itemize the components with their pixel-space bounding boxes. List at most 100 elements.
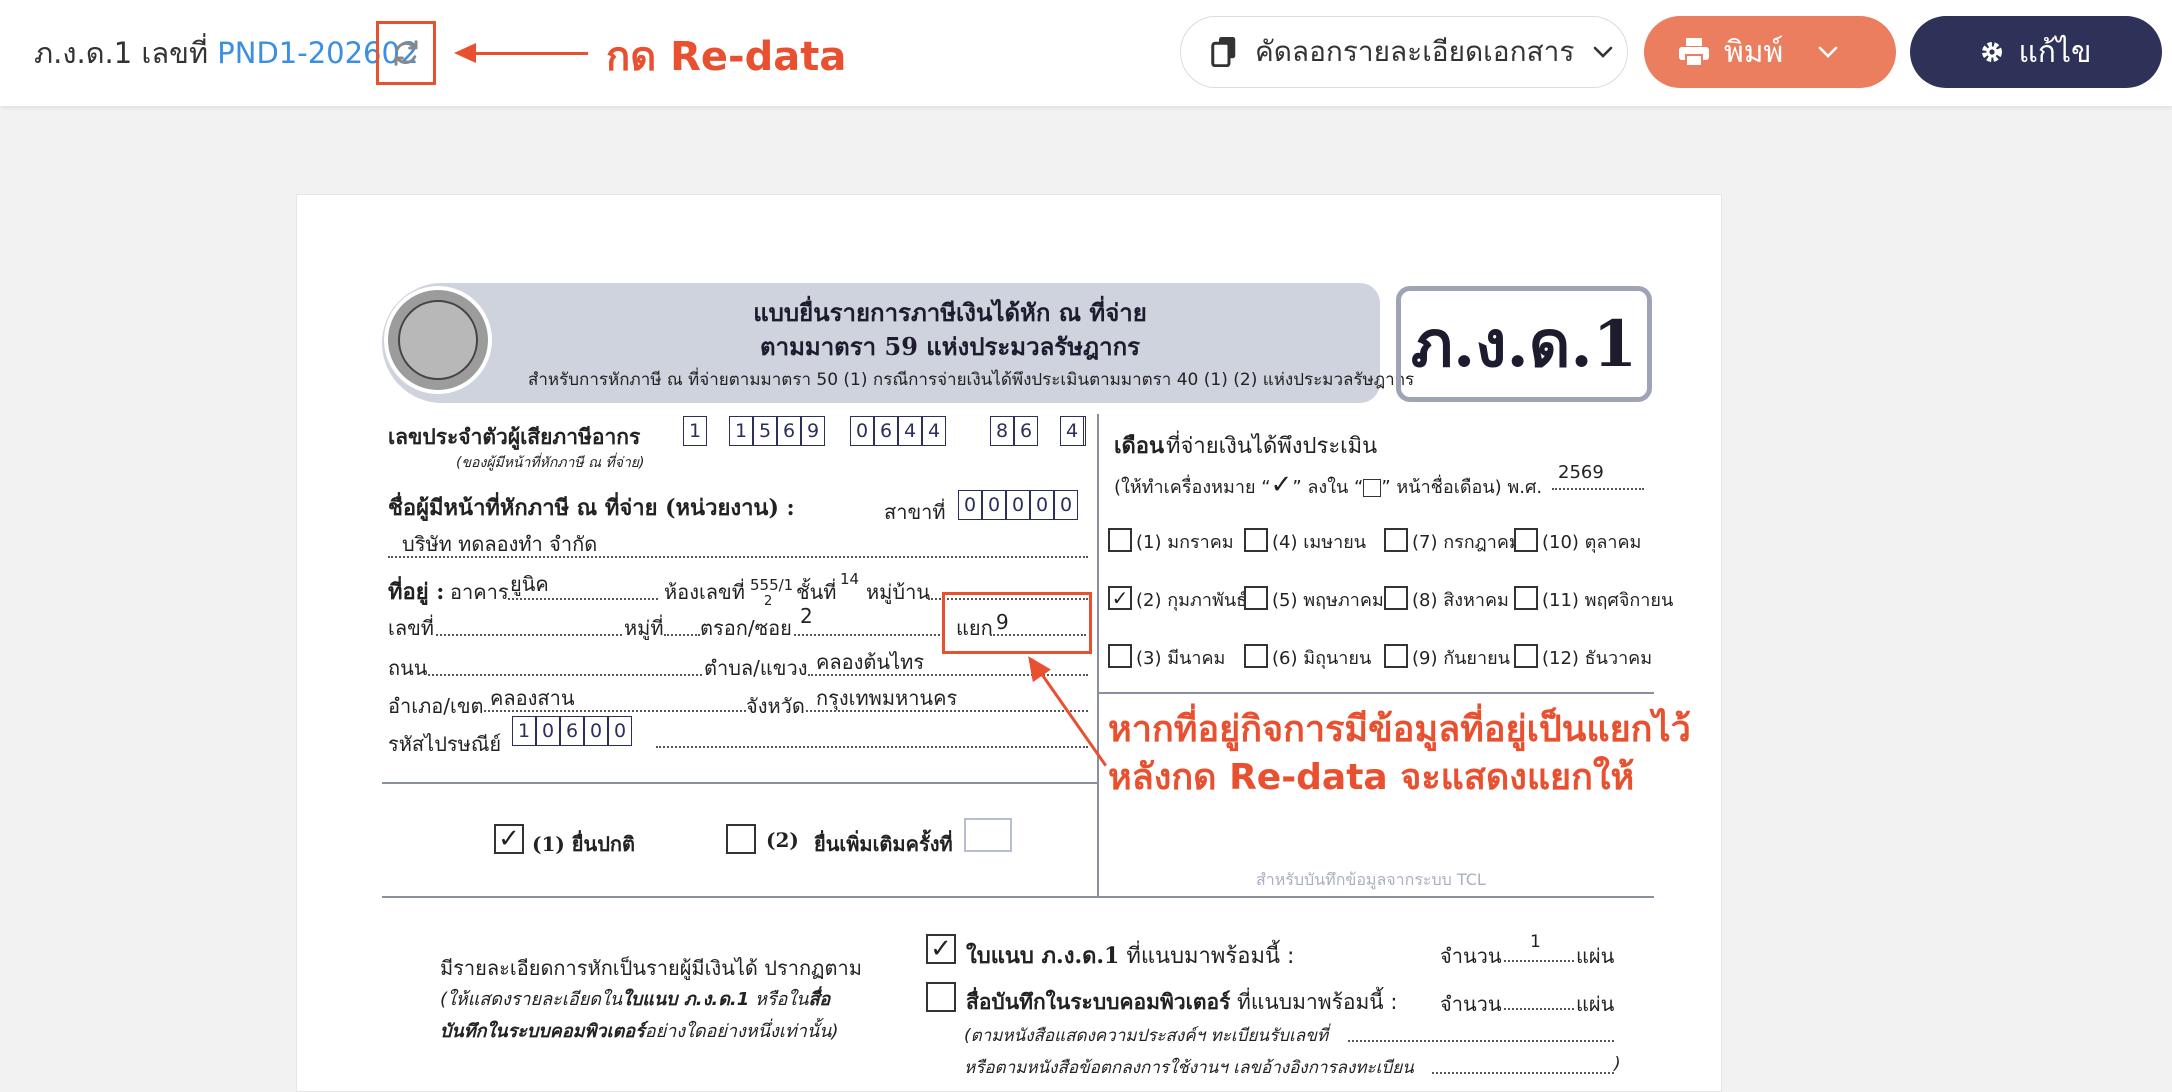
media-qty-line xyxy=(1504,1008,1574,1010)
attachment-qty-line xyxy=(1504,960,1574,962)
taxid-digit: 8 xyxy=(990,416,1014,446)
seal-emblem-icon xyxy=(398,300,478,380)
section-divider xyxy=(382,782,1098,784)
month-label: (11) พฤศจิกายน xyxy=(1542,590,1674,611)
attachment-label: ใบแนบ ภ.ง.ด.1 ที่แนบมาพร้อมนี้ : xyxy=(966,943,1295,969)
printer-icon xyxy=(1679,38,1709,67)
branch-digit: 0 xyxy=(1054,490,1078,520)
file-extra-checkbox[interactable] xyxy=(726,824,756,854)
soi-label: ตรอก/ซอย xyxy=(700,616,792,640)
callout-arrow-line xyxy=(462,52,588,55)
road-label: ถนน xyxy=(388,656,428,680)
taxid-digit: 5 xyxy=(753,416,777,446)
attachment-unit: แผ่น xyxy=(1576,944,1615,968)
postcode-digit: 1 xyxy=(512,716,536,746)
soi-value: 2 xyxy=(800,604,813,628)
chevron-down-icon[interactable] xyxy=(1817,45,1839,59)
province-line xyxy=(806,710,1088,712)
province-label: จังหวัด xyxy=(746,694,805,718)
payer-label: ชื่อผู้มีหน้าที่หักภาษี ณ ที่จ่าย (หน่วย… xyxy=(388,495,795,521)
redata-button[interactable] xyxy=(376,21,436,85)
postcode-digit: 0 xyxy=(584,716,608,746)
gear-icon xyxy=(1982,42,2003,62)
taxid-digit: 1 xyxy=(683,416,707,446)
media-checkbox[interactable] xyxy=(926,982,956,1012)
building-value: ยูนิค xyxy=(510,572,549,596)
section-divider xyxy=(1098,692,1654,694)
building-label: อาคาร xyxy=(450,580,509,604)
district-label: อำเภอ/เขต xyxy=(388,694,484,718)
summary-line-2: (ให้แสดงรายละเอียดในใบแนบ ภ.ง.ด.1 หรือใน… xyxy=(440,989,831,1010)
payer-name-line xyxy=(388,556,1088,558)
month-label: (4) เมษายน xyxy=(1272,532,1367,553)
month-label: (10) ตุลาคม xyxy=(1542,532,1642,553)
soi-line xyxy=(794,634,940,636)
taxid-digit: 4 xyxy=(898,416,922,446)
number-line xyxy=(436,634,622,636)
year-value: 2569 xyxy=(1558,462,1604,483)
edit-label: แก้ไข xyxy=(2018,34,2092,70)
media-note-1-line xyxy=(1348,1040,1614,1042)
edit-button[interactable]: แก้ไข xyxy=(1910,16,2162,88)
month-heading: ที่จ่ายเงินได้พึงประเมิน xyxy=(1166,434,1378,459)
document-label: ภ.ง.ด.1 เลขที่ xyxy=(34,36,209,70)
month-checkbox[interactable] xyxy=(1514,586,1538,610)
branch-digit: 0 xyxy=(982,490,1006,520)
postcode-line xyxy=(656,746,1088,748)
taxid-digit: 0 xyxy=(850,416,874,446)
media-note-1: (ตามหนังสือแสดงความประสงค์ฯ ทะเบียนรับเล… xyxy=(964,1026,1329,1046)
attachment-checkbox[interactable]: ✓ xyxy=(926,934,956,964)
month-checkbox[interactable] xyxy=(1108,644,1132,668)
section-divider xyxy=(382,896,1654,898)
refresh-icon xyxy=(394,40,418,66)
form-title: แบบยื่นรายการภาษีเงินได้หัก ณ ที่จ่าย ตา… xyxy=(753,298,1147,361)
month-label: (9) กันยายน xyxy=(1412,648,1510,669)
file-normal-label: (1) ยื่นปกติ xyxy=(532,832,635,856)
checkbox-sample-icon xyxy=(1363,479,1382,497)
month-checkbox[interactable] xyxy=(1514,528,1538,552)
taxid-digit: 9 xyxy=(801,416,825,446)
file-extra-count-box[interactable] xyxy=(964,818,1012,852)
postcode-digit: 0 xyxy=(608,716,632,746)
copy-details-label: คัดลอกรายละเอียดเอกสาร xyxy=(1255,35,1575,68)
attachment-qty: 1 xyxy=(1530,932,1541,952)
copy-icon xyxy=(1211,37,1236,67)
room-label: ห้องเลขที่ xyxy=(664,580,745,604)
month-checkbox[interactable] xyxy=(1384,644,1408,668)
month-checkbox[interactable]: ✓ xyxy=(1108,586,1132,610)
month-label: (12) ธันวาคม xyxy=(1542,648,1653,669)
taxid-label: เลขประจำตัวผู้เสียภาษีอากร xyxy=(388,424,641,449)
print-button[interactable]: พิมพ์ xyxy=(1644,16,1896,88)
postcode-label: รหัสไปรษณีย์ xyxy=(388,732,502,756)
attachment-qty-label: จำนวน xyxy=(1440,944,1502,968)
month-label: (1) มกราคม xyxy=(1136,532,1234,553)
media-note-2-end: ) xyxy=(1614,1054,1621,1074)
redata-callout: กด Re-data xyxy=(606,34,847,80)
media-note-2-line xyxy=(1432,1072,1614,1074)
month-checkbox[interactable] xyxy=(1244,644,1268,668)
form-subtitle: สำหรับการหักภาษี ณ ที่จ่ายตามมาตรา 50 (1… xyxy=(528,370,1415,390)
month-checkbox[interactable] xyxy=(1514,644,1538,668)
file-normal-checkbox[interactable]: ✓ xyxy=(494,824,524,854)
village-label: หมู่บ้าน xyxy=(866,580,930,604)
road-line xyxy=(428,674,702,676)
month-checkbox[interactable] xyxy=(1384,528,1408,552)
taxid-digit: 1 xyxy=(729,416,753,446)
summary-line-3: บันทึกในระบบคอมพิวเตอร์อย่างใดอย่างหนึ่ง… xyxy=(440,1021,839,1042)
subdistrict-line xyxy=(808,674,1088,676)
month-label: (2) กุมภาพันธ์ xyxy=(1136,590,1248,611)
yaek-highlight-box xyxy=(942,592,1092,654)
month-checkbox[interactable] xyxy=(1108,528,1132,552)
copy-details-button[interactable]: คัดลอกรายละเอียดเอกสาร xyxy=(1180,16,1628,88)
taxid-digit: 6 xyxy=(1014,416,1038,446)
branch-label: สาขาที่ xyxy=(884,500,946,524)
taxid-digit: 6 xyxy=(777,416,801,446)
month-checkbox[interactable] xyxy=(1244,586,1268,610)
month-checkbox[interactable] xyxy=(1384,586,1408,610)
month-checkbox[interactable] xyxy=(1244,528,1268,552)
postcode-digit: 6 xyxy=(560,716,584,746)
branch-digit: 0 xyxy=(958,490,982,520)
month-label: (6) มิถุนายน xyxy=(1272,648,1372,669)
branch-digit: 0 xyxy=(1030,490,1054,520)
document-title: ภ.ง.ด.1 เลขที่ PND1-202602 xyxy=(34,30,418,76)
